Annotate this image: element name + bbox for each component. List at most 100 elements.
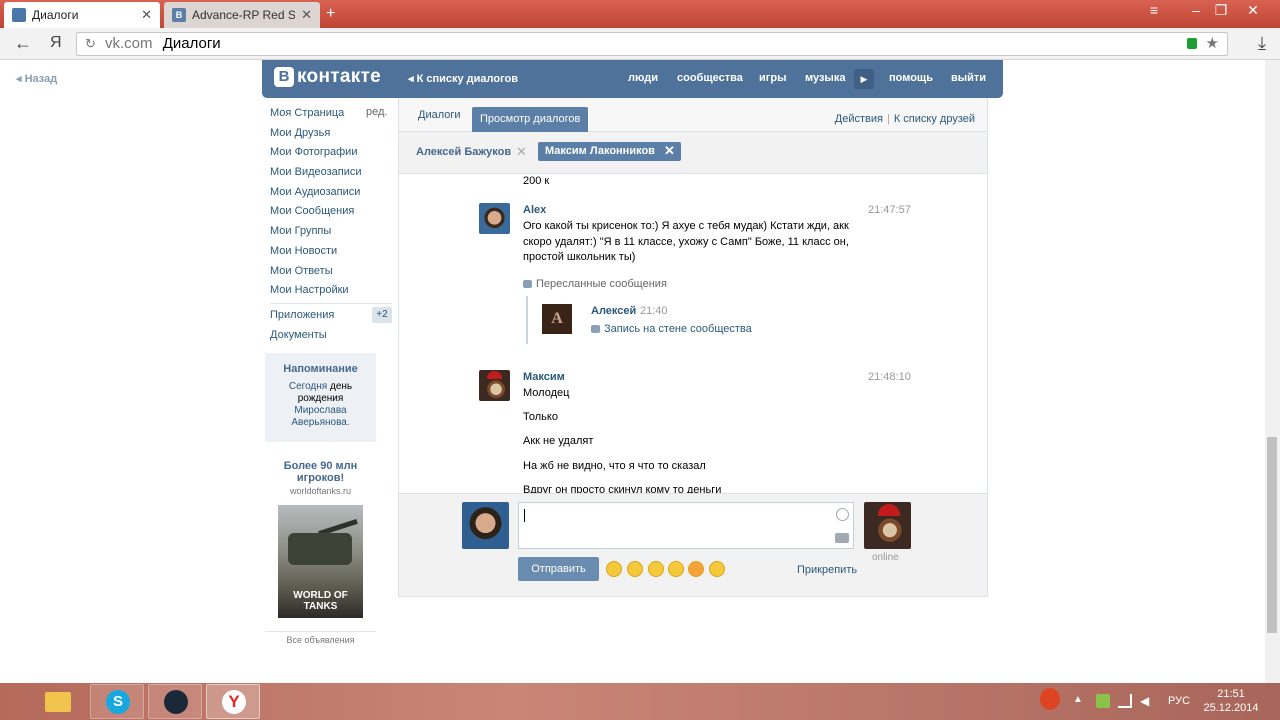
message-list[interactable]: 200 к Alex 21:47:57 Ого какой ты крисено… [399, 175, 987, 493]
nav-games[interactable]: игры [759, 72, 786, 84]
message-time[interactable]: 21:48:10 [868, 371, 911, 383]
clock[interactable]: 21:51 25.12.2014 [1201, 687, 1261, 715]
network-icon[interactable] [1118, 694, 1132, 708]
star-icon[interactable]: ★ [1206, 33, 1219, 55]
ad-title[interactable]: Более 90 млн игроков! [265, 460, 376, 484]
post-icon [591, 325, 600, 333]
message-text: скоро удалят:) "Я в 11 классе, ухожу с С… [523, 235, 849, 248]
remove-participant-icon[interactable]: ✕ [516, 144, 527, 160]
minimize-icon[interactable]: – [1183, 2, 1209, 18]
ad-block[interactable]: Более 90 млн игроков! worldoftanks.ru [265, 460, 376, 496]
avatar[interactable]: А [542, 304, 572, 334]
menu-my-videos[interactable]: Мои Видеозаписи [270, 165, 395, 185]
play-icon[interactable]: ▶ [854, 69, 874, 89]
message-input[interactable] [518, 502, 854, 549]
taskbar-steam[interactable] [148, 684, 202, 719]
page-scrollbar[interactable] [1265, 60, 1280, 683]
send-button[interactable]: Отправить [518, 557, 599, 581]
nav-people[interactable]: люди [628, 72, 658, 84]
edit-link[interactable]: ред. [366, 106, 387, 118]
back-link[interactable]: ◂ Назад [16, 72, 57, 85]
partner-avatar[interactable] [864, 502, 911, 549]
language-indicator[interactable]: РУС [1168, 695, 1190, 707]
menu-my-photos[interactable]: Мои Фотографии [270, 145, 395, 165]
close-tab-icon[interactable]: ✕ [301, 7, 312, 23]
tab-dialogs-list[interactable]: Диалоги [418, 109, 461, 121]
dialogs-panel: Диалоги Просмотр диалогов Действия | К спи… [398, 98, 988, 597]
reminder-person-link[interactable]: Мирослава [265, 405, 376, 417]
menu-my-settings[interactable]: Мои Настройки [270, 283, 395, 303]
reload-icon[interactable]: ↻ [85, 33, 96, 55]
all-ads-link[interactable]: Все объявления [265, 631, 376, 645]
reminder-person-link[interactable]: Аверьянова. [265, 417, 376, 429]
tab-advance-rp[interactable]: B Advance-RP Red Server ✕ [164, 2, 320, 28]
menu-apps[interactable]: Приложения [270, 309, 334, 321]
close-window-icon[interactable]: ✕ [1240, 2, 1266, 19]
back-to-dialogs-link[interactable]: ◂ К списку диалогов [408, 72, 518, 85]
emoji-joy-icon[interactable] [668, 561, 684, 577]
santa-hat-shape [487, 371, 502, 379]
reminder-today-link[interactable]: Сегодня [289, 381, 327, 392]
nav-communities[interactable]: сообщества [677, 72, 743, 84]
new-tab-button[interactable]: + [326, 5, 335, 23]
menu-my-audio[interactable]: Мои Аудиозаписи [270, 185, 395, 205]
close-tab-icon[interactable]: ✕ [141, 7, 152, 23]
volume-icon[interactable]: ◀ [1140, 694, 1154, 708]
vk-logo[interactable]: В контакте [274, 66, 381, 88]
message-text: Акк не удалят [523, 435, 594, 447]
emoji-kiss-icon[interactable] [709, 561, 725, 577]
participant-1[interactable]: Алексей Бажуков [416, 146, 511, 158]
message-composer: online Отправить Прикрепить [399, 493, 987, 596]
emoji-wink-icon[interactable] [648, 561, 664, 577]
menu-my-answers[interactable]: Мои Ответы [270, 264, 395, 284]
menu-my-friends[interactable]: Мои Друзья [270, 126, 395, 146]
tab-dialogs[interactable]: Диалоги ✕ [4, 2, 160, 28]
attach-link[interactable]: Прикрепить [797, 564, 857, 576]
my-avatar[interactable] [462, 502, 509, 549]
browser-tab-bar: Диалоги ✕ B Advance-RP Red Server ✕ + ≡ … [0, 0, 1280, 28]
tray-arrow-icon[interactable]: ▲ [1073, 694, 1087, 708]
nav-music[interactable]: музыка [805, 72, 845, 84]
message-author[interactable]: Максим [523, 371, 565, 383]
message-author[interactable]: Alex [523, 204, 546, 216]
menu-documents[interactable]: Документы [270, 329, 327, 341]
download-icon[interactable]: ⤓ [1258, 33, 1266, 54]
reminder-text: рождения [297, 393, 344, 404]
yandex-icon[interactable]: Я [50, 34, 62, 52]
avatar[interactable] [479, 370, 510, 401]
taskbar-explorer[interactable] [30, 684, 84, 719]
wall-post-link[interactable]: Запись на стене сообщества [591, 323, 752, 335]
participant-2-active[interactable]: Максим Лаконников ✕ [538, 142, 681, 161]
apps-badge[interactable]: +2 [372, 307, 392, 323]
taskbar-skype[interactable]: S [90, 684, 144, 719]
emoji-relieved-icon[interactable] [606, 561, 622, 577]
participant-2-label: Максим Лаконников [545, 145, 655, 157]
emoji-heart-eyes-icon[interactable] [688, 561, 704, 577]
menu-my-news[interactable]: Мои Новости [270, 244, 395, 264]
url-field[interactable]: ↻ vk.com Диалоги ★ [76, 32, 1228, 56]
menu-icon[interactable]: ≡ [1141, 2, 1167, 18]
camera-icon[interactable] [835, 533, 849, 543]
alert-icon[interactable] [1040, 688, 1060, 710]
tab-view-dialogs[interactable]: Просмотр диалогов [472, 107, 589, 132]
nav-help[interactable]: помощь [889, 72, 933, 84]
ad-image[interactable]: WORLD OF TANKS [278, 505, 363, 618]
menu-my-groups[interactable]: Мои Группы [270, 224, 395, 244]
forwarded-label-text: Пересланные сообщения [536, 278, 667, 290]
back-arrow-icon[interactable]: ← [14, 33, 32, 54]
emoji-pensive-icon[interactable] [627, 561, 643, 577]
nav-logout[interactable]: выйти [951, 72, 986, 84]
menu-my-messages[interactable]: Мои Сообщения [270, 204, 395, 224]
friends-list-link[interactable]: К списку друзей [894, 113, 975, 125]
remove-participant-icon[interactable]: ✕ [664, 143, 675, 159]
forwarded-author[interactable]: Алексей [591, 305, 636, 317]
scrollbar-thumb[interactable] [1267, 437, 1277, 633]
message-time[interactable]: 21:47:57 [868, 204, 911, 216]
tray-app-icon[interactable] [1096, 694, 1110, 708]
taskbar-yandex-browser[interactable]: Y [206, 684, 260, 719]
skype-icon: S [106, 690, 130, 714]
smile-icon[interactable] [836, 508, 849, 521]
avatar[interactable] [479, 203, 510, 234]
restore-icon[interactable]: ❐ [1208, 2, 1234, 19]
actions-link[interactable]: Действия [835, 113, 883, 125]
